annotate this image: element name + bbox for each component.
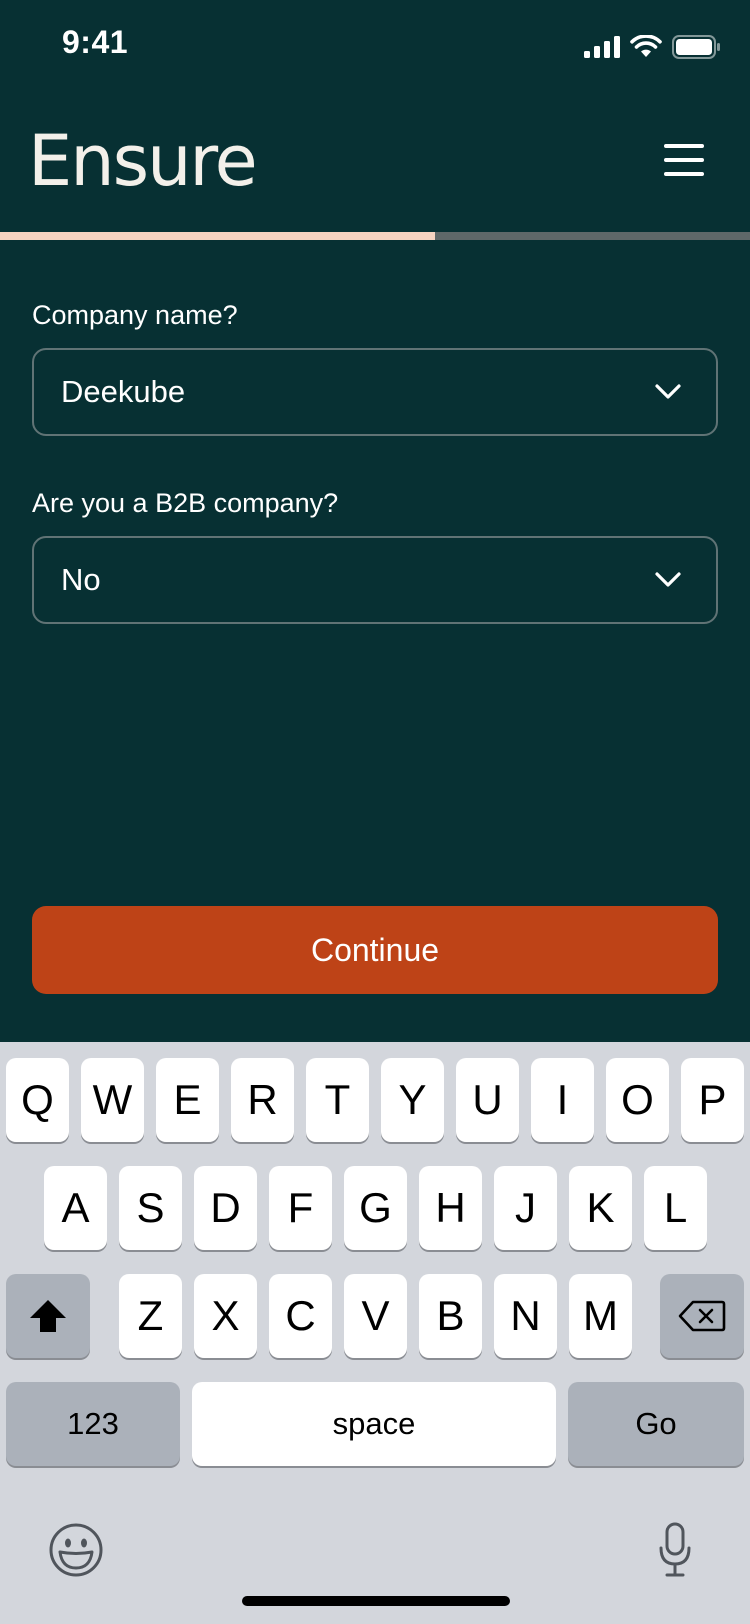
key-b[interactable]: B — [419, 1274, 482, 1358]
key-y[interactable]: Y — [381, 1058, 444, 1142]
hamburger-menu-icon[interactable] — [662, 140, 706, 180]
key-c[interactable]: C — [269, 1274, 332, 1358]
key-s[interactable]: S — [119, 1166, 182, 1250]
b2b-value: No — [61, 562, 101, 597]
app-screen: 9:41 Ensure Company name? Deekube Are yo… — [0, 0, 750, 1042]
delete-key[interactable] — [660, 1274, 744, 1358]
company-name-label: Company name? — [32, 300, 238, 330]
key-m[interactable]: M — [569, 1274, 632, 1358]
home-indicator — [242, 1596, 510, 1606]
key-j[interactable]: J — [494, 1166, 557, 1250]
key-z[interactable]: Z — [119, 1274, 182, 1358]
chevron-down-icon — [655, 572, 681, 587]
b2b-select[interactable]: No — [32, 536, 718, 624]
key-w[interactable]: W — [81, 1058, 144, 1142]
status-time: 9:41 — [62, 24, 129, 60]
shift-key[interactable] — [6, 1274, 90, 1358]
company-name-value: Deekube — [61, 374, 186, 409]
b2b-label: Are you a B2B company? — [32, 488, 339, 518]
numbers-key[interactable]: 123 — [6, 1382, 180, 1466]
go-key[interactable]: Go — [568, 1382, 744, 1466]
key-g[interactable]: G — [344, 1166, 407, 1250]
key-t[interactable]: T — [306, 1058, 369, 1142]
progress-fill — [0, 232, 435, 240]
key-o[interactable]: O — [606, 1058, 669, 1142]
key-r[interactable]: R — [231, 1058, 294, 1142]
key-f[interactable]: F — [269, 1166, 332, 1250]
key-h[interactable]: H — [419, 1166, 482, 1250]
company-name-select[interactable]: Deekube — [32, 348, 718, 436]
brand-logo: Ensure — [28, 120, 258, 202]
key-p[interactable]: P — [681, 1058, 744, 1142]
shift-arrow-icon — [30, 1300, 66, 1332]
key-q[interactable]: Q — [6, 1058, 69, 1142]
key-x[interactable]: X — [194, 1274, 257, 1358]
chevron-down-icon — [655, 384, 681, 399]
key-n[interactable]: N — [494, 1274, 557, 1358]
keyboard: Q W E R T Y U I O P A S D F G H J K L Z … — [0, 1042, 750, 1624]
key-k[interactable]: K — [569, 1166, 632, 1250]
backspace-icon — [678, 1300, 726, 1332]
key-l[interactable]: L — [644, 1166, 707, 1250]
key-v[interactable]: V — [344, 1274, 407, 1358]
progress-bar — [0, 232, 750, 240]
key-a[interactable]: A — [44, 1166, 107, 1250]
key-i[interactable]: I — [531, 1058, 594, 1142]
wifi-icon — [630, 35, 662, 57]
continue-button[interactable]: Continue — [32, 906, 718, 994]
key-u[interactable]: U — [456, 1058, 519, 1142]
battery-icon — [672, 35, 720, 59]
key-d[interactable]: D — [194, 1166, 257, 1250]
status-icons — [584, 32, 720, 62]
emoji-icon[interactable] — [48, 1522, 104, 1578]
microphone-icon[interactable] — [658, 1522, 692, 1578]
cellular-signal-icon — [584, 36, 620, 58]
key-e[interactable]: E — [156, 1058, 219, 1142]
space-key[interactable]: space — [192, 1382, 556, 1466]
status-bar: 9:41 — [0, 0, 750, 90]
